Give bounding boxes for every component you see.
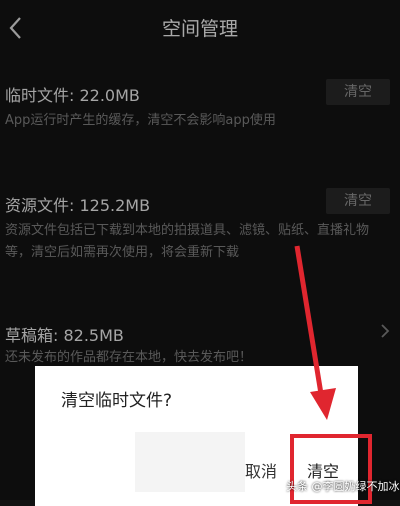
watermark: 头条 @李圆奶绿不加冰 xyxy=(286,480,400,493)
dialog-title: 清空临时文件? xyxy=(61,391,173,411)
dialog-decoration xyxy=(135,432,245,492)
cancel-button[interactable]: 取消 xyxy=(245,458,277,482)
